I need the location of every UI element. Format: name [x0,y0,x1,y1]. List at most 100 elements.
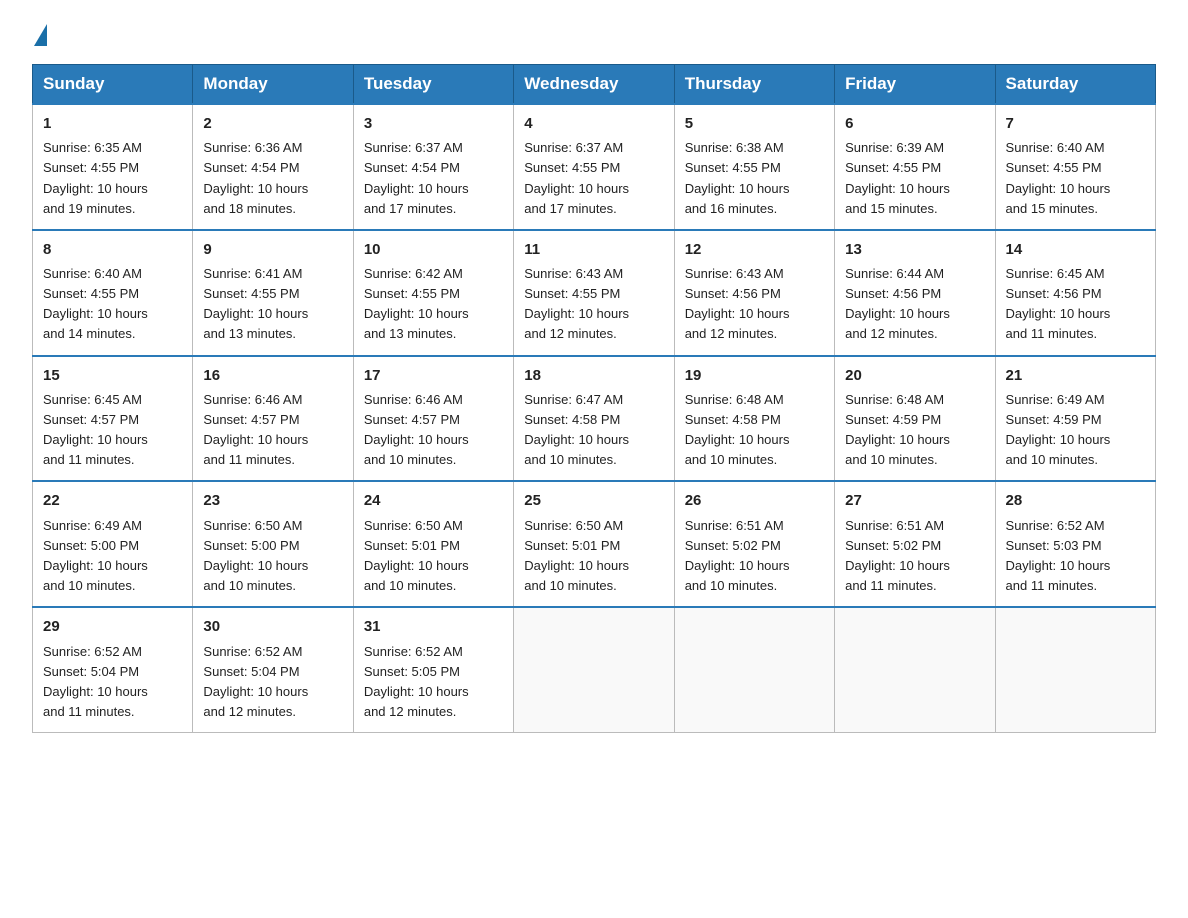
calendar-cell: 14 Sunrise: 6:45 AMSunset: 4:56 PMDayligh… [995,230,1155,356]
calendar-table: SundayMondayTuesdayWednesdayThursdayFrid… [32,64,1156,733]
calendar-cell: 31 Sunrise: 6:52 AMSunset: 5:05 PMDayligh… [353,607,513,732]
day-header-friday: Friday [835,65,995,105]
day-number: 21 [1006,364,1145,387]
day-info: Sunrise: 6:51 AMSunset: 5:02 PMDaylight:… [685,516,824,597]
calendar-cell: 17 Sunrise: 6:46 AMSunset: 4:57 PMDayligh… [353,356,513,482]
day-header-tuesday: Tuesday [353,65,513,105]
day-number: 20 [845,364,984,387]
day-number: 13 [845,238,984,261]
day-number: 28 [1006,489,1145,512]
calendar-cell: 30Sunrise: 6:52 AMSunset: 5:04 PMDayligh… [193,607,353,732]
day-number: 1 [43,112,182,135]
day-number: 16 [203,364,342,387]
calendar-cell: 25 Sunrise: 6:50 AMSunset: 5:01 PMDayligh… [514,481,674,607]
day-info: Sunrise: 6:43 AMSunset: 4:56 PMDaylight:… [685,264,824,345]
calendar-cell: 26 Sunrise: 6:51 AMSunset: 5:02 PMDayligh… [674,481,834,607]
day-number: 17 [364,364,503,387]
day-info: Sunrise: 6:48 AMSunset: 4:58 PMDaylight:… [685,390,824,471]
calendar-cell: 21 Sunrise: 6:49 AMSunset: 4:59 PMDayligh… [995,356,1155,482]
calendar-cell [995,607,1155,732]
calendar-cell: 1 Sunrise: 6:35 AMSunset: 4:55 PMDaylight… [33,104,193,230]
logo-triangle-icon [34,24,47,46]
calendar-cell: 20Sunrise: 6:48 AMSunset: 4:59 PMDayligh… [835,356,995,482]
day-number: 3 [364,112,503,135]
week-row-3: 15Sunrise: 6:45 AMSunset: 4:57 PMDayligh… [33,356,1156,482]
day-number: 10 [364,238,503,261]
calendar-cell: 29Sunrise: 6:52 AMSunset: 5:04 PMDayligh… [33,607,193,732]
calendar-cell: 16 Sunrise: 6:46 AMSunset: 4:57 PMDayligh… [193,356,353,482]
day-info: Sunrise: 6:49 AMSunset: 4:59 PMDaylight:… [1006,390,1145,471]
day-number: 11 [524,238,663,261]
day-info: Sunrise: 6:50 AMSunset: 5:01 PMDaylight:… [364,516,503,597]
calendar-cell: 22 Sunrise: 6:49 AMSunset: 5:00 PMDayligh… [33,481,193,607]
calendar-cell: 24 Sunrise: 6:50 AMSunset: 5:01 PMDayligh… [353,481,513,607]
week-row-5: 29Sunrise: 6:52 AMSunset: 5:04 PMDayligh… [33,607,1156,732]
day-header-sunday: Sunday [33,65,193,105]
day-info: Sunrise: 6:49 AMSunset: 5:00 PMDaylight:… [43,516,182,597]
day-number: 15 [43,364,182,387]
calendar-cell: 19 Sunrise: 6:48 AMSunset: 4:58 PMDayligh… [674,356,834,482]
day-info: Sunrise: 6:52 AMSunset: 5:04 PMDaylight:… [203,642,342,723]
day-info: Sunrise: 6:37 AMSunset: 4:54 PMDaylight:… [364,138,503,219]
week-row-1: 1 Sunrise: 6:35 AMSunset: 4:55 PMDaylight… [33,104,1156,230]
day-info: Sunrise: 6:47 AMSunset: 4:58 PMDaylight:… [524,390,663,471]
day-number: 26 [685,489,824,512]
calendar-cell: 27Sunrise: 6:51 AMSunset: 5:02 PMDayligh… [835,481,995,607]
day-info: Sunrise: 6:52 AMSunset: 5:04 PMDaylight:… [43,642,182,723]
calendar-cell: 2 Sunrise: 6:36 AMSunset: 4:54 PMDaylight… [193,104,353,230]
calendar-cell: 18 Sunrise: 6:47 AMSunset: 4:58 PMDayligh… [514,356,674,482]
day-number: 8 [43,238,182,261]
day-info: Sunrise: 6:46 AMSunset: 4:57 PMDaylight:… [203,390,342,471]
calendar-cell: 11 Sunrise: 6:43 AMSunset: 4:55 PMDayligh… [514,230,674,356]
day-number: 25 [524,489,663,512]
day-info: Sunrise: 6:52 AMSunset: 5:03 PMDaylight:… [1006,516,1145,597]
calendar-cell: 28 Sunrise: 6:52 AMSunset: 5:03 PMDayligh… [995,481,1155,607]
day-number: 24 [364,489,503,512]
day-number: 18 [524,364,663,387]
calendar-cell [674,607,834,732]
day-number: 22 [43,489,182,512]
day-number: 23 [203,489,342,512]
calendar-cell: 23 Sunrise: 6:50 AMSunset: 5:00 PMDayligh… [193,481,353,607]
day-info: Sunrise: 6:37 AMSunset: 4:55 PMDaylight:… [524,138,663,219]
calendar-cell: 6 Sunrise: 6:39 AMSunset: 4:55 PMDaylight… [835,104,995,230]
day-info: Sunrise: 6:46 AMSunset: 4:57 PMDaylight:… [364,390,503,471]
logo [32,24,49,46]
day-info: Sunrise: 6:39 AMSunset: 4:55 PMDaylight:… [845,138,984,219]
day-info: Sunrise: 6:45 AMSunset: 4:56 PMDaylight:… [1006,264,1145,345]
day-header-monday: Monday [193,65,353,105]
calendar-cell: 9 Sunrise: 6:41 AMSunset: 4:55 PMDaylight… [193,230,353,356]
day-info: Sunrise: 6:44 AMSunset: 4:56 PMDaylight:… [845,264,984,345]
day-number: 2 [203,112,342,135]
day-info: Sunrise: 6:35 AMSunset: 4:55 PMDaylight:… [43,138,182,219]
day-info: Sunrise: 6:43 AMSunset: 4:55 PMDaylight:… [524,264,663,345]
day-info: Sunrise: 6:40 AMSunset: 4:55 PMDaylight:… [1006,138,1145,219]
day-number: 31 [364,615,503,638]
day-number: 9 [203,238,342,261]
page-header [32,24,1156,46]
day-info: Sunrise: 6:42 AMSunset: 4:55 PMDaylight:… [364,264,503,345]
calendar-cell: 7 Sunrise: 6:40 AMSunset: 4:55 PMDaylight… [995,104,1155,230]
calendar-cell: 13 Sunrise: 6:44 AMSunset: 4:56 PMDayligh… [835,230,995,356]
week-row-2: 8Sunrise: 6:40 AMSunset: 4:55 PMDaylight… [33,230,1156,356]
day-info: Sunrise: 6:41 AMSunset: 4:55 PMDaylight:… [203,264,342,345]
day-header-wednesday: Wednesday [514,65,674,105]
calendar-cell: 8Sunrise: 6:40 AMSunset: 4:55 PMDaylight… [33,230,193,356]
day-number: 19 [685,364,824,387]
day-info: Sunrise: 6:50 AMSunset: 5:00 PMDaylight:… [203,516,342,597]
day-number: 27 [845,489,984,512]
day-number: 14 [1006,238,1145,261]
calendar-cell: 12Sunrise: 6:43 AMSunset: 4:56 PMDayligh… [674,230,834,356]
day-number: 5 [685,112,824,135]
day-number: 6 [845,112,984,135]
day-info: Sunrise: 6:38 AMSunset: 4:55 PMDaylight:… [685,138,824,219]
day-info: Sunrise: 6:50 AMSunset: 5:01 PMDaylight:… [524,516,663,597]
day-info: Sunrise: 6:36 AMSunset: 4:54 PMDaylight:… [203,138,342,219]
days-header-row: SundayMondayTuesdayWednesdayThursdayFrid… [33,65,1156,105]
calendar-cell [835,607,995,732]
week-row-4: 22 Sunrise: 6:49 AMSunset: 5:00 PMDayligh… [33,481,1156,607]
day-header-saturday: Saturday [995,65,1155,105]
calendar-cell: 10 Sunrise: 6:42 AMSunset: 4:55 PMDayligh… [353,230,513,356]
day-number: 7 [1006,112,1145,135]
day-info: Sunrise: 6:52 AMSunset: 5:05 PMDaylight:… [364,642,503,723]
